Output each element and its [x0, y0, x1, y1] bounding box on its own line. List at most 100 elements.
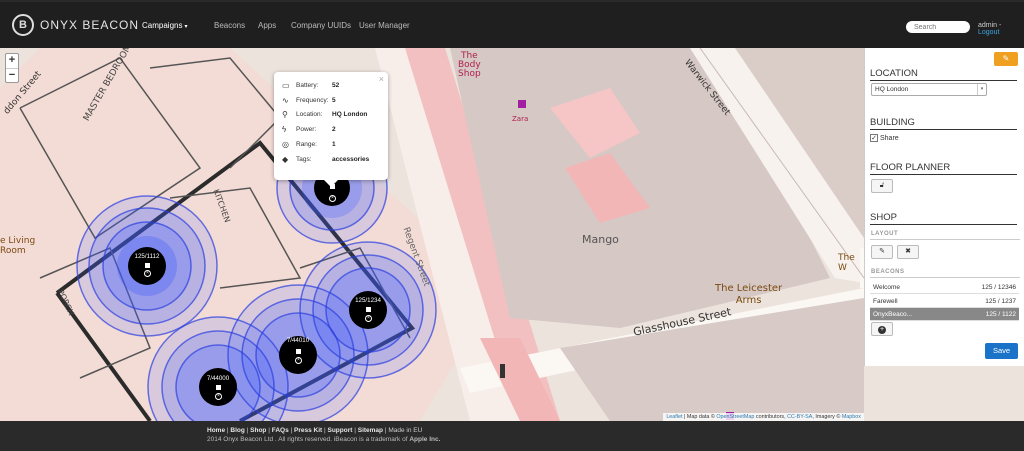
beacon-name: Farewell	[873, 298, 898, 305]
footer-faqs-link[interactable]: FAQs	[272, 427, 289, 434]
map-pin-icon: ⚲	[282, 110, 288, 120]
beacon-marker-label[interactable]: 125/1112	[130, 253, 164, 260]
footer-support-link[interactable]: Support	[328, 427, 353, 434]
footer-home-link[interactable]: Home	[207, 427, 225, 434]
frequency-value: 5	[332, 96, 336, 104]
poi-living-room: e Living Room	[0, 236, 36, 256]
beacon-square-icon	[216, 385, 221, 390]
power-label: Power:	[296, 126, 317, 134]
edit-button[interactable]: ✎	[994, 52, 1018, 66]
zoom-in-button[interactable]: +	[6, 54, 18, 68]
nav-company-uuids[interactable]: Company UUIDs	[291, 21, 351, 30]
battery-icon: ▭	[282, 80, 290, 90]
lightning-icon: ϟ	[282, 125, 287, 135]
brand-logo: B	[12, 14, 34, 36]
checkbox-checked-icon: ✓	[870, 134, 878, 142]
beacon-marker-label[interactable]: 7/44000	[201, 375, 235, 382]
footer-made-in: Made in EU	[388, 427, 423, 434]
footer-shop-link[interactable]: Shop	[250, 427, 266, 434]
apple-text: Apple Inc.	[409, 436, 441, 443]
brand-name: ONYX BEACON	[40, 18, 140, 32]
tags-icon: ◆	[282, 154, 289, 164]
footer: Home | Blog | Shop | FAQs | Press Kit | …	[0, 421, 1024, 451]
search-input[interactable]	[906, 21, 970, 33]
location-select-value: HQ London	[875, 86, 909, 93]
beacon-name: OnyxBeaco...	[873, 311, 913, 318]
tags-value: accessories	[332, 155, 370, 163]
license-link[interactable]: CC-BY-SA	[787, 414, 812, 420]
map-edge	[864, 366, 1024, 421]
beacon-remove-icon[interactable]: ×	[365, 315, 372, 322]
poi-mango: Mango	[582, 233, 619, 246]
beacon-square-icon	[366, 307, 371, 312]
contrib-text: contributors,	[755, 414, 786, 420]
beacon-list-item[interactable]: Welcome 125 / 12346	[870, 281, 1019, 294]
map-data-text: Map data ©	[686, 414, 715, 420]
chevron-down-icon: ▾	[977, 84, 986, 95]
share-label: Share	[880, 134, 899, 142]
beacon-list-item-selected[interactable]: OnyxBeaco... 125 / 1122	[870, 308, 1019, 321]
popup-row-location: ⚲ Location: HQ London	[282, 108, 380, 123]
logout-link[interactable]: Logout	[978, 29, 999, 36]
add-beacon-button[interactable]: +	[871, 322, 893, 336]
copyright-text: 2014 Onyx Beacon Ltd . All rights reserv…	[207, 436, 408, 443]
footer-blog-link[interactable]: Blog	[230, 427, 244, 434]
layout-delete-button[interactable]: ✖	[897, 245, 919, 259]
zoom-out-button[interactable]: −	[6, 68, 18, 82]
user-name[interactable]: admin	[978, 22, 997, 29]
battery-value: 52	[332, 81, 340, 89]
leaflet-link[interactable]: Leaflet	[666, 414, 682, 420]
popup-row-frequency: ∿ Frequency: 5	[282, 93, 380, 108]
beacon-remove-icon[interactable]: ×	[329, 195, 336, 202]
share-checkbox[interactable]: ✓ Share	[870, 134, 899, 142]
imagery-text: , Imagery ©	[812, 414, 841, 420]
right-sidebar: ✎ LOCATION HQ London ▾ BUILDING ✓ Share …	[864, 48, 1024, 366]
nav-beacons[interactable]: Beacons	[214, 21, 245, 30]
nav-user-manager[interactable]: User Manager	[359, 21, 410, 30]
close-icon[interactable]: ×	[379, 74, 384, 84]
divider	[870, 277, 1020, 278]
beacon-remove-icon[interactable]: ×	[215, 393, 222, 400]
power-value: 2	[332, 126, 336, 134]
range-value: 1	[332, 141, 336, 149]
beacon-remove-icon[interactable]: ×	[144, 270, 151, 277]
beacons-label: BEACONS	[871, 269, 905, 275]
unlock-button[interactable]: 🔓︎	[871, 179, 893, 193]
layout-edit-button[interactable]: ✎	[871, 245, 893, 259]
location-label: Location:	[296, 111, 323, 119]
location-select[interactable]: HQ London ▾	[871, 83, 987, 96]
tags-label: Tags:	[296, 155, 312, 163]
mapbox-link[interactable]: Mapbox	[842, 414, 861, 420]
beacon-list-item[interactable]: Farewell 125 / 1237	[870, 295, 1019, 308]
save-button[interactable]: Save	[985, 343, 1018, 359]
map-background	[0, 48, 864, 421]
range-label: Range:	[296, 141, 317, 149]
traffic-light-icon	[500, 364, 505, 378]
footer-press-kit-link[interactable]: Press Kit	[294, 427, 322, 434]
poi-leicester-arms: The Leicester Arms	[715, 283, 783, 306]
location-title: LOCATION	[870, 68, 1017, 81]
range-icon: ◎	[282, 140, 289, 150]
nav-campaigns[interactable]: Campaigns ▾	[142, 21, 187, 30]
map-canvas[interactable]: The Body Shop Zara Mango The Leicester A…	[0, 48, 864, 421]
nav-apps[interactable]: Apps	[258, 21, 276, 30]
osm-link[interactable]: OpenStreetMap	[716, 414, 754, 420]
map-attribution: Leaflet | Map data © OpenStreetMap contr…	[663, 413, 864, 421]
footer-links: Home | Blog | Shop | FAQs | Press Kit | …	[207, 427, 423, 434]
popup-row-power: ϟ Power: 2	[282, 122, 380, 137]
popup-row-tags: ◆ Tags: accessories	[282, 152, 380, 167]
user-menu: admin - Logout	[978, 22, 1002, 36]
floor-planner-title: FLOOR PLANNER	[870, 162, 1017, 175]
brand[interactable]: B ONYX BEACON	[12, 14, 139, 36]
beacon-marker-label[interactable]: 125/1234	[351, 297, 385, 304]
beacon-marker-label[interactable]: 7/44010	[281, 337, 315, 344]
beacon-id: 125 / 1122	[985, 311, 1016, 318]
layout-label: LAYOUT	[871, 231, 899, 237]
beacon-id: 125 / 1237	[985, 298, 1016, 305]
beacon-square-icon	[145, 263, 150, 268]
battery-label: Battery:	[296, 81, 319, 89]
zoom-control: + −	[5, 53, 19, 83]
beacon-remove-icon[interactable]: ×	[295, 357, 302, 364]
footer-sitemap-link[interactable]: Sitemap	[358, 427, 383, 434]
location-value: HQ London	[332, 111, 368, 119]
